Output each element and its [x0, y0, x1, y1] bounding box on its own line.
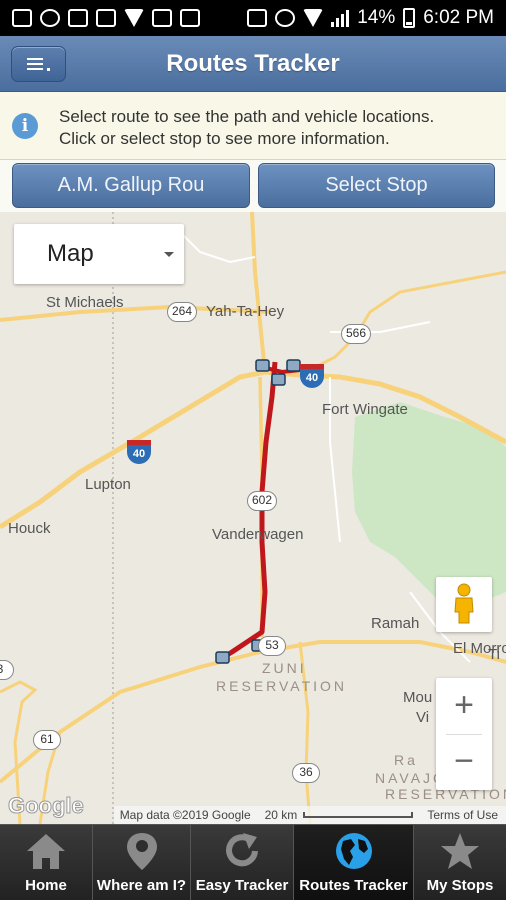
- vehicle-marker[interactable]: [286, 359, 301, 372]
- notification-icons: [12, 9, 200, 27]
- image-icon: [96, 9, 116, 27]
- place-label: Ramah: [371, 615, 420, 632]
- reservation-label: RESERVATION: [216, 678, 348, 694]
- tab-label: Home: [25, 877, 67, 894]
- chevron-down-icon: [164, 252, 174, 257]
- stop-select-button[interactable]: Select Stop: [258, 163, 495, 208]
- vehicle-marker[interactable]: [255, 359, 270, 372]
- page-title: Routes Tracker: [166, 50, 340, 77]
- tab-my-stops[interactable]: My Stops: [414, 825, 506, 900]
- alarm-icon: [275, 9, 296, 27]
- interstate-shield: 40: [127, 440, 151, 464]
- signal-icon: [331, 9, 350, 27]
- star-icon: [441, 833, 479, 869]
- local-road: [179, 231, 256, 264]
- route-shield: 602: [247, 491, 278, 511]
- highway-491: [250, 212, 267, 373]
- location-pin-icon: [126, 833, 157, 870]
- zoom-in-button[interactable]: +: [436, 678, 492, 734]
- place-label: Fort Wingate: [322, 401, 408, 418]
- info-line-2: Click or select stop to see more informa…: [59, 129, 390, 148]
- gallery-icon: [12, 9, 32, 27]
- place-label: Vanderwagen: [212, 526, 304, 543]
- route-shield: 566: [341, 324, 372, 344]
- place-label: Ti: [488, 646, 500, 663]
- street-view-button[interactable]: [436, 577, 492, 632]
- battery-percent: 14%: [357, 7, 396, 28]
- place-label: Lupton: [85, 476, 131, 493]
- route-shield: 53: [258, 636, 286, 656]
- reservation-label: ZUNI: [262, 660, 307, 676]
- route-shield: 61: [33, 730, 61, 750]
- zoom-out-button[interactable]: −: [436, 734, 492, 790]
- scale-indicator: 20 km: [265, 808, 414, 822]
- map-credits: Map data ©2019 Google 20 km Terms of Use: [113, 806, 506, 824]
- vehicle-marker[interactable]: [271, 373, 286, 386]
- scale-bar: [303, 812, 414, 818]
- map-data-text: Map data ©2019 Google: [119, 808, 251, 822]
- download-icon: [152, 9, 172, 27]
- clock: 6:02 PM: [423, 7, 494, 28]
- place-label: Ra: [394, 752, 418, 768]
- info-line-1: Select route to see the path and vehicle…: [59, 107, 435, 126]
- highway-566: [299, 270, 506, 377]
- checklist-icon: [180, 9, 200, 27]
- tab-home[interactable]: Home: [0, 825, 93, 900]
- pegman-icon: [454, 583, 474, 624]
- map-type-value: Map: [47, 240, 94, 267]
- place-label: St Michaels: [46, 294, 124, 311]
- shield-icon: [124, 9, 144, 27]
- zoom-control: + −: [436, 678, 492, 790]
- photo-icon: [68, 9, 88, 27]
- tab-where-am-i[interactable]: Where am I?: [93, 825, 191, 900]
- place-label: Houck: [8, 520, 51, 537]
- place-label: Mou: [403, 689, 433, 706]
- app-header: Routes Tracker: [0, 36, 506, 92]
- refresh-icon: [226, 833, 258, 867]
- map-attribution-bar: Google Map data ©2019 Google 20 km Terms…: [0, 793, 506, 824]
- status-bar: 14% 6:02 PM: [0, 0, 506, 36]
- tab-label: Where am I?: [96, 877, 187, 894]
- route-shield: 36: [292, 763, 320, 783]
- tab-label: Routes Tracker: [299, 877, 408, 894]
- tab-label: My Stops: [426, 877, 494, 894]
- mute-icon: [247, 9, 268, 27]
- home-icon: [27, 834, 65, 869]
- tab-routes-tracker[interactable]: Routes Tracker: [294, 825, 414, 900]
- map-view[interactable]: St Michaels Yah-Ta-Hey Fort Wingate Lupt…: [0, 212, 506, 824]
- globe-icon: [335, 833, 372, 869]
- scale-label: 20 km: [264, 808, 298, 822]
- wifi-icon: [303, 9, 324, 27]
- interstate-shield: 40: [300, 364, 324, 388]
- google-logo: Google: [8, 793, 85, 819]
- info-banner: i Select route to see the path and vehic…: [0, 92, 506, 160]
- tab-label: Easy Tracker: [195, 877, 289, 894]
- info-text: Select route to see the path and vehicle…: [59, 106, 434, 150]
- vehicle-marker[interactable]: [215, 651, 230, 664]
- map-type-select[interactable]: Map: [14, 224, 184, 284]
- selector-bar: A.M. Gallup Rou Select Stop: [0, 160, 506, 212]
- bottom-tab-bar: Home Where am I? Easy Tracker Routes Tra…: [0, 824, 506, 900]
- app-screen: 14% 6:02 PM Routes Tracker i Select rout…: [0, 0, 506, 900]
- place-label: Vi: [416, 709, 430, 726]
- sync-icon: [40, 9, 60, 27]
- info-icon: i: [12, 113, 38, 139]
- battery-icon: [403, 8, 416, 28]
- terms-link[interactable]: Terms of Use: [427, 808, 498, 822]
- place-label: Yah-Ta-Hey: [206, 303, 285, 320]
- route-shield: 264: [167, 302, 198, 322]
- tab-easy-tracker[interactable]: Easy Tracker: [191, 825, 294, 900]
- system-icons: 14% 6:02 PM: [247, 7, 494, 29]
- highway-53: [0, 640, 506, 784]
- route-select-button[interactable]: A.M. Gallup Rou: [12, 163, 250, 208]
